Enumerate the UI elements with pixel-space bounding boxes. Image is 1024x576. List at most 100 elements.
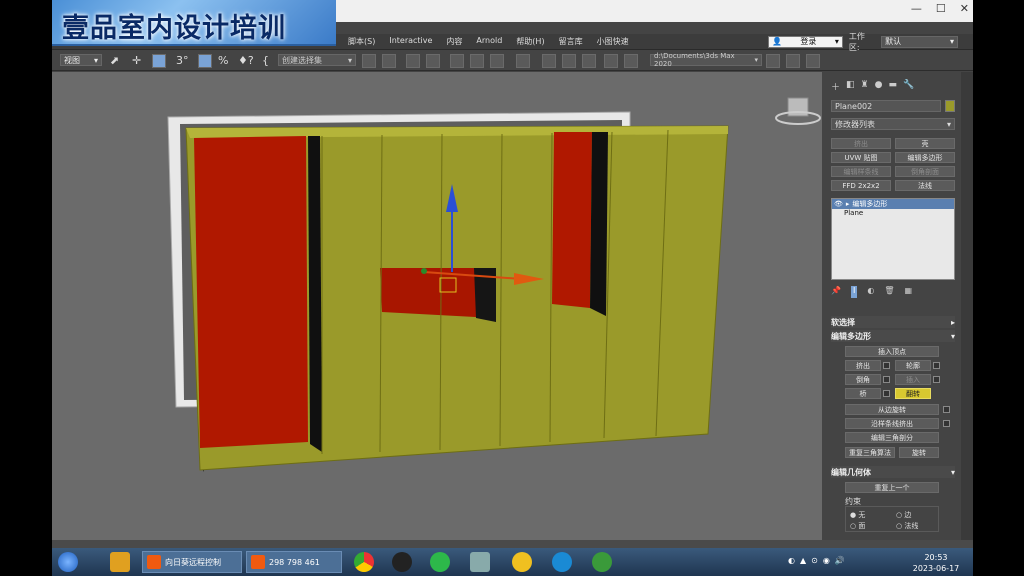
taskbar-app-remote-id[interactable]: 298 798 461 — [246, 551, 342, 573]
constraint-face-radio[interactable]: ○ 面 — [850, 521, 865, 531]
flip-button[interactable]: 翻转 — [895, 388, 931, 399]
uvw-map-button[interactable]: UVW 贴图 — [831, 152, 891, 163]
extrude-spline-settings-icon[interactable] — [943, 420, 950, 427]
app-yellow-icon[interactable] — [512, 552, 532, 572]
app-window-icon[interactable] — [470, 552, 490, 572]
hierarchy-tab-icon[interactable]: ♜ — [861, 80, 869, 94]
maximize-icon[interactable]: ☐ — [936, 2, 946, 15]
repeat-last-button[interactable]: 重复上一个 — [845, 482, 939, 493]
create-tab-icon[interactable]: ＋ — [831, 80, 840, 94]
app-bell-icon[interactable] — [110, 552, 130, 572]
make-unique-icon[interactable]: ◐ — [867, 286, 874, 298]
modifier-list-dropdown[interactable]: 修改器列表 ▾ — [831, 118, 955, 130]
panel-scrollbar[interactable] — [961, 72, 973, 540]
motion-tab-icon[interactable]: ● — [875, 80, 883, 94]
edit-poly-mod-button[interactable]: 编辑多边形 — [895, 152, 955, 163]
curve-editor-icon[interactable] — [470, 54, 484, 68]
ffd-button[interactable]: FFD 2x2x2 — [831, 180, 891, 191]
grid-icon[interactable] — [624, 54, 638, 68]
inset-settings-icon[interactable] — [933, 376, 940, 383]
utilities-tab-icon[interactable]: 🔧 — [903, 80, 914, 94]
signin-dropdown[interactable]: 👤 登录 ▾ — [768, 35, 843, 48]
outline-button[interactable]: 轮廓 — [895, 360, 931, 371]
align-icon[interactable] — [382, 54, 396, 68]
outline-settings-icon[interactable] — [933, 362, 940, 369]
rollout-soft-selection[interactable]: 软选择 ▸ — [831, 316, 955, 328]
save-file-icon[interactable] — [806, 54, 820, 68]
shell-mod-button[interactable]: 壳 — [895, 138, 955, 149]
extrude-along-spline-button[interactable]: 沿样条线挤出 — [845, 418, 939, 429]
view-dropdown[interactable]: 视图 ▾ — [60, 54, 102, 66]
red-panel-right[interactable] — [552, 132, 592, 308]
angle-snap-icon[interactable] — [198, 54, 212, 68]
open-file-icon[interactable] — [786, 54, 800, 68]
percent-snap-icon[interactable]: % — [218, 54, 228, 68]
spinner-snap-icon[interactable]: ♦? — [238, 54, 254, 68]
material-editor-icon[interactable] — [516, 54, 530, 68]
tray-icon-2[interactable]: ▲ — [800, 556, 806, 565]
insert-vertex-button[interactable]: 插入顶点 — [845, 346, 939, 357]
project-path-dropdown[interactable]: d:\Documents\3ds Max 2020 ▾ — [650, 52, 762, 68]
object-name-field[interactable]: Plane002 — [831, 100, 941, 112]
menu-content[interactable]: 内容 — [446, 36, 462, 47]
app-green-icon[interactable] — [592, 552, 612, 572]
configure-sets-icon[interactable]: ▦ — [904, 286, 912, 298]
minimize-icon[interactable]: — — [911, 2, 922, 15]
schematic-icon[interactable] — [490, 54, 504, 68]
constraint-normal-radio[interactable]: ○ 法线 — [896, 521, 918, 531]
gizmo-pivot[interactable] — [421, 268, 427, 274]
menu-interactive[interactable]: Interactive — [389, 36, 432, 47]
red-panel-left[interactable] — [194, 136, 308, 448]
workspace-dropdown[interactable]: 默认 ▾ — [881, 35, 958, 48]
constraint-edge-radio[interactable]: ○ 边 — [896, 510, 911, 520]
object-color-swatch[interactable] — [945, 100, 955, 112]
bevel-settings-icon[interactable] — [883, 376, 890, 383]
inset-button[interactable]: 插入 — [895, 374, 931, 385]
wechat-icon[interactable] — [430, 552, 450, 572]
normal-mod-button[interactable]: 法线 — [895, 180, 955, 191]
project-folder-icon[interactable] — [766, 54, 780, 68]
menu-arnold[interactable]: Arnold — [476, 36, 502, 47]
extrude-button[interactable]: 挤出 — [845, 360, 881, 371]
constraint-none-radio[interactable]: ● 无 — [850, 510, 865, 520]
edit-triangulation-button[interactable]: 编辑三角剖分 — [845, 432, 939, 443]
snap-3d-icon[interactable]: 3° — [176, 54, 189, 68]
start-button-icon[interactable] — [58, 552, 78, 572]
stack-item-edit-poly[interactable]: 👁 ▸ 编辑多边形 — [832, 199, 954, 209]
remove-modifier-icon[interactable]: 🗑 — [884, 286, 894, 298]
tray-icon-1[interactable]: ◐ — [788, 556, 795, 565]
render-icon[interactable] — [582, 54, 596, 68]
rollout-edit-polygons[interactable]: 编辑多边形 ▾ — [831, 330, 955, 342]
menu-quick[interactable]: 小图快速 — [597, 36, 629, 47]
menu-script[interactable]: 脚本(S) — [348, 36, 375, 47]
chrome-icon[interactable] — [354, 552, 374, 572]
modify-tab-icon[interactable]: ◧ — [846, 80, 855, 94]
taskbar-app-sunlogin[interactable]: 向日葵远程控制 — [142, 551, 242, 573]
rollout-edit-geometry[interactable]: 编辑几何体 ▾ — [831, 466, 955, 478]
ribbon-icon[interactable] — [450, 54, 464, 68]
retriangulate-button[interactable]: 重复三角算法 — [845, 447, 895, 458]
named-selection-icon[interactable]: { — [262, 54, 269, 68]
clock[interactable]: 20:53 2023-06-17 — [908, 552, 964, 574]
render-active-icon[interactable] — [604, 54, 618, 68]
expand-icon[interactable]: ▸ — [846, 200, 850, 208]
tray-icon-3[interactable]: ⊙ — [811, 556, 818, 565]
close-icon[interactable]: ✕ — [960, 2, 969, 15]
turn-button[interactable]: 旋转 — [899, 447, 939, 458]
hinge-settings-icon[interactable] — [943, 406, 950, 413]
perspective-viewport[interactable] — [52, 72, 822, 540]
bridge-settings-icon[interactable] — [883, 390, 890, 397]
qq-icon[interactable] — [392, 552, 412, 572]
stack-item-plane[interactable]: Plane — [832, 209, 954, 219]
viewcube[interactable] — [787, 97, 809, 117]
extrude-mod-button[interactable]: 挤出 — [831, 138, 891, 149]
render-frame-icon[interactable] — [562, 54, 576, 68]
volume-icon[interactable]: 🔊 — [835, 556, 845, 565]
edge-icon[interactable] — [552, 552, 572, 572]
extrude-settings-icon[interactable] — [883, 362, 890, 369]
edit-spline-button[interactable]: 编辑样条线 — [831, 166, 891, 177]
display-tab-icon[interactable]: ▬ — [888, 80, 897, 94]
show-end-result-icon[interactable]: I — [850, 286, 858, 298]
move-icon[interactable]: ✛ — [132, 54, 141, 68]
eye-icon[interactable]: 👁 — [834, 200, 843, 208]
